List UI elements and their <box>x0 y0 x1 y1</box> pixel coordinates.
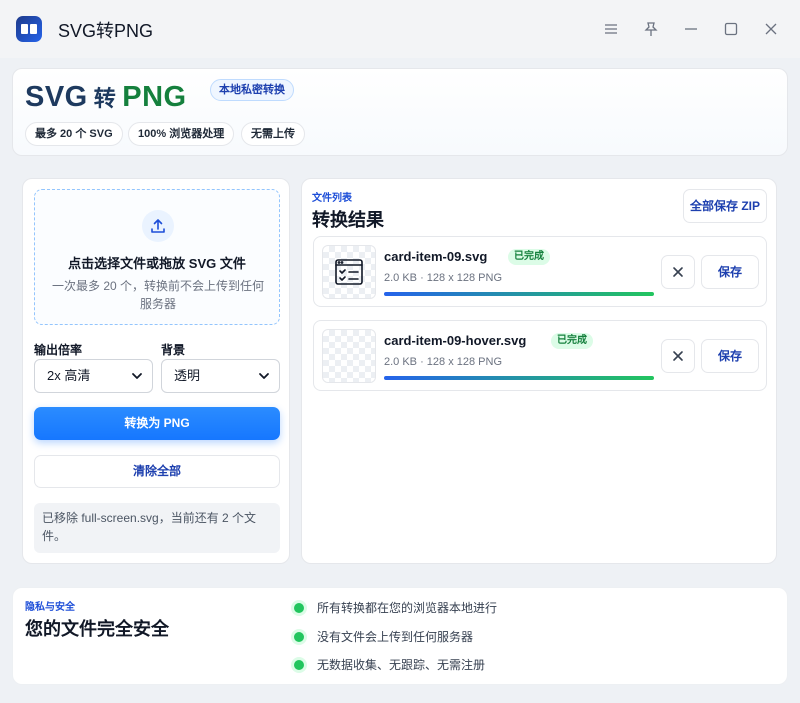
remove-file-button[interactable] <box>661 255 695 289</box>
chip-browser-processing: 100% 浏览器处理 <box>128 122 235 146</box>
save-file-button[interactable]: 保存 <box>701 339 759 373</box>
check-dot-icon <box>294 659 304 670</box>
chip-max-files: 最多 20 个 SVG <box>25 122 123 146</box>
background-select-value: 透明 <box>174 368 201 383</box>
status-badge: 已完成 <box>551 333 593 349</box>
privacy-title: 您的文件完全安全 <box>25 619 169 639</box>
hero-title-png: PNG <box>122 81 187 113</box>
chevron-down-icon <box>259 373 269 379</box>
privacy-item: 所有转换都在您的浏览器本地进行 <box>294 599 497 616</box>
progress-bar <box>384 292 654 296</box>
privacy-panel: 隐私与安全 您的文件完全安全 所有转换都在您的浏览器本地进行 没有文件会上传到任… <box>12 587 788 685</box>
status-notice: 已移除 full-screen.svg，当前还有 2 个文件。 <box>34 503 280 553</box>
pin-icon[interactable] <box>640 18 662 40</box>
window-title: SVG转PNG <box>58 21 154 41</box>
file-name: card-item-09-hover.svg <box>384 333 527 348</box>
upload-icon <box>142 210 174 242</box>
hero-title-svg: SVG <box>25 81 88 113</box>
local-private-badge: 本地私密转换 <box>210 79 294 101</box>
minimize-icon[interactable] <box>680 18 702 40</box>
scale-select[interactable]: 2x 高清 <box>34 359 153 393</box>
file-thumbnail <box>322 329 376 383</box>
results-panel: 文件列表 转换结果 全部保存 ZIP card-item-09.svg 已完成 … <box>301 178 777 564</box>
card-checklist-icon <box>335 259 363 285</box>
file-dropzone[interactable]: 点击选择文件或拖放 SVG 文件 一次最多 20 个，转换前不会上传到任何服务器 <box>34 189 280 325</box>
maximize-icon[interactable] <box>720 18 742 40</box>
dropzone-subtitle: 一次最多 20 个，转换前不会上传到任何服务器 <box>51 279 265 311</box>
save-file-button[interactable]: 保存 <box>701 255 759 289</box>
hero-title-zhuan: 转 <box>93 86 117 111</box>
progress-bar <box>384 376 654 380</box>
chip-no-upload: 无需上传 <box>241 122 305 146</box>
remove-file-button[interactable] <box>661 339 695 373</box>
file-meta: 2.0 KB · 128 x 128 PNG <box>384 272 503 284</box>
convert-button[interactable]: 转换为 PNG <box>34 407 280 440</box>
close-icon <box>673 351 683 361</box>
title-bar: SVG转PNG <box>0 0 800 58</box>
check-dot-icon <box>294 602 304 613</box>
close-icon <box>673 267 683 277</box>
privacy-item-text: 没有文件会上传到任何服务器 <box>317 630 474 644</box>
background-select[interactable]: 透明 <box>161 359 280 393</box>
file-thumbnail <box>322 245 376 299</box>
close-icon[interactable] <box>760 18 782 40</box>
menu-icon[interactable] <box>600 18 622 40</box>
scale-select-value: 2x 高清 <box>47 368 91 383</box>
app-icon <box>16 16 42 42</box>
results-title: 转换结果 <box>312 210 384 230</box>
check-dot-icon <box>294 631 304 642</box>
clear-all-button[interactable]: 清除全部 <box>34 455 280 488</box>
privacy-eyebrow: 隐私与安全 <box>25 602 75 613</box>
privacy-item: 无数据收集、无跟踪、无需注册 <box>294 656 485 673</box>
file-row: card-item-09-hover.svg 已完成 2.0 KB · 128 … <box>313 320 767 391</box>
hero-panel: SVG 转 PNG 本地私密转换 最多 20 个 SVG 100% 浏览器处理 无需… <box>12 68 788 156</box>
status-badge: 已完成 <box>508 249 550 265</box>
settings-panel: 点击选择文件或拖放 SVG 文件 一次最多 20 个，转换前不会上传到任何服务器… <box>22 178 290 564</box>
privacy-item-text: 所有转换都在您的浏览器本地进行 <box>317 601 498 615</box>
scale-label: 输出倍率 <box>34 343 83 357</box>
background-label: 背景 <box>161 343 186 357</box>
file-row: card-item-09.svg 已完成 2.0 KB · 128 x 128 … <box>313 236 767 307</box>
chevron-down-icon <box>132 373 142 379</box>
privacy-item: 没有文件会上传到任何服务器 <box>294 628 473 645</box>
dropzone-title: 点击选择文件或拖放 SVG 文件 <box>68 256 246 271</box>
privacy-item-text: 无数据收集、无跟踪、无需注册 <box>317 658 486 672</box>
hero-title: SVG 转 PNG <box>25 81 187 114</box>
save-all-zip-button[interactable]: 全部保存 ZIP <box>683 189 767 223</box>
file-meta: 2.0 KB · 128 x 128 PNG <box>384 356 503 368</box>
file-name: card-item-09.svg <box>384 249 488 264</box>
results-eyebrow: 文件列表 <box>312 193 352 204</box>
